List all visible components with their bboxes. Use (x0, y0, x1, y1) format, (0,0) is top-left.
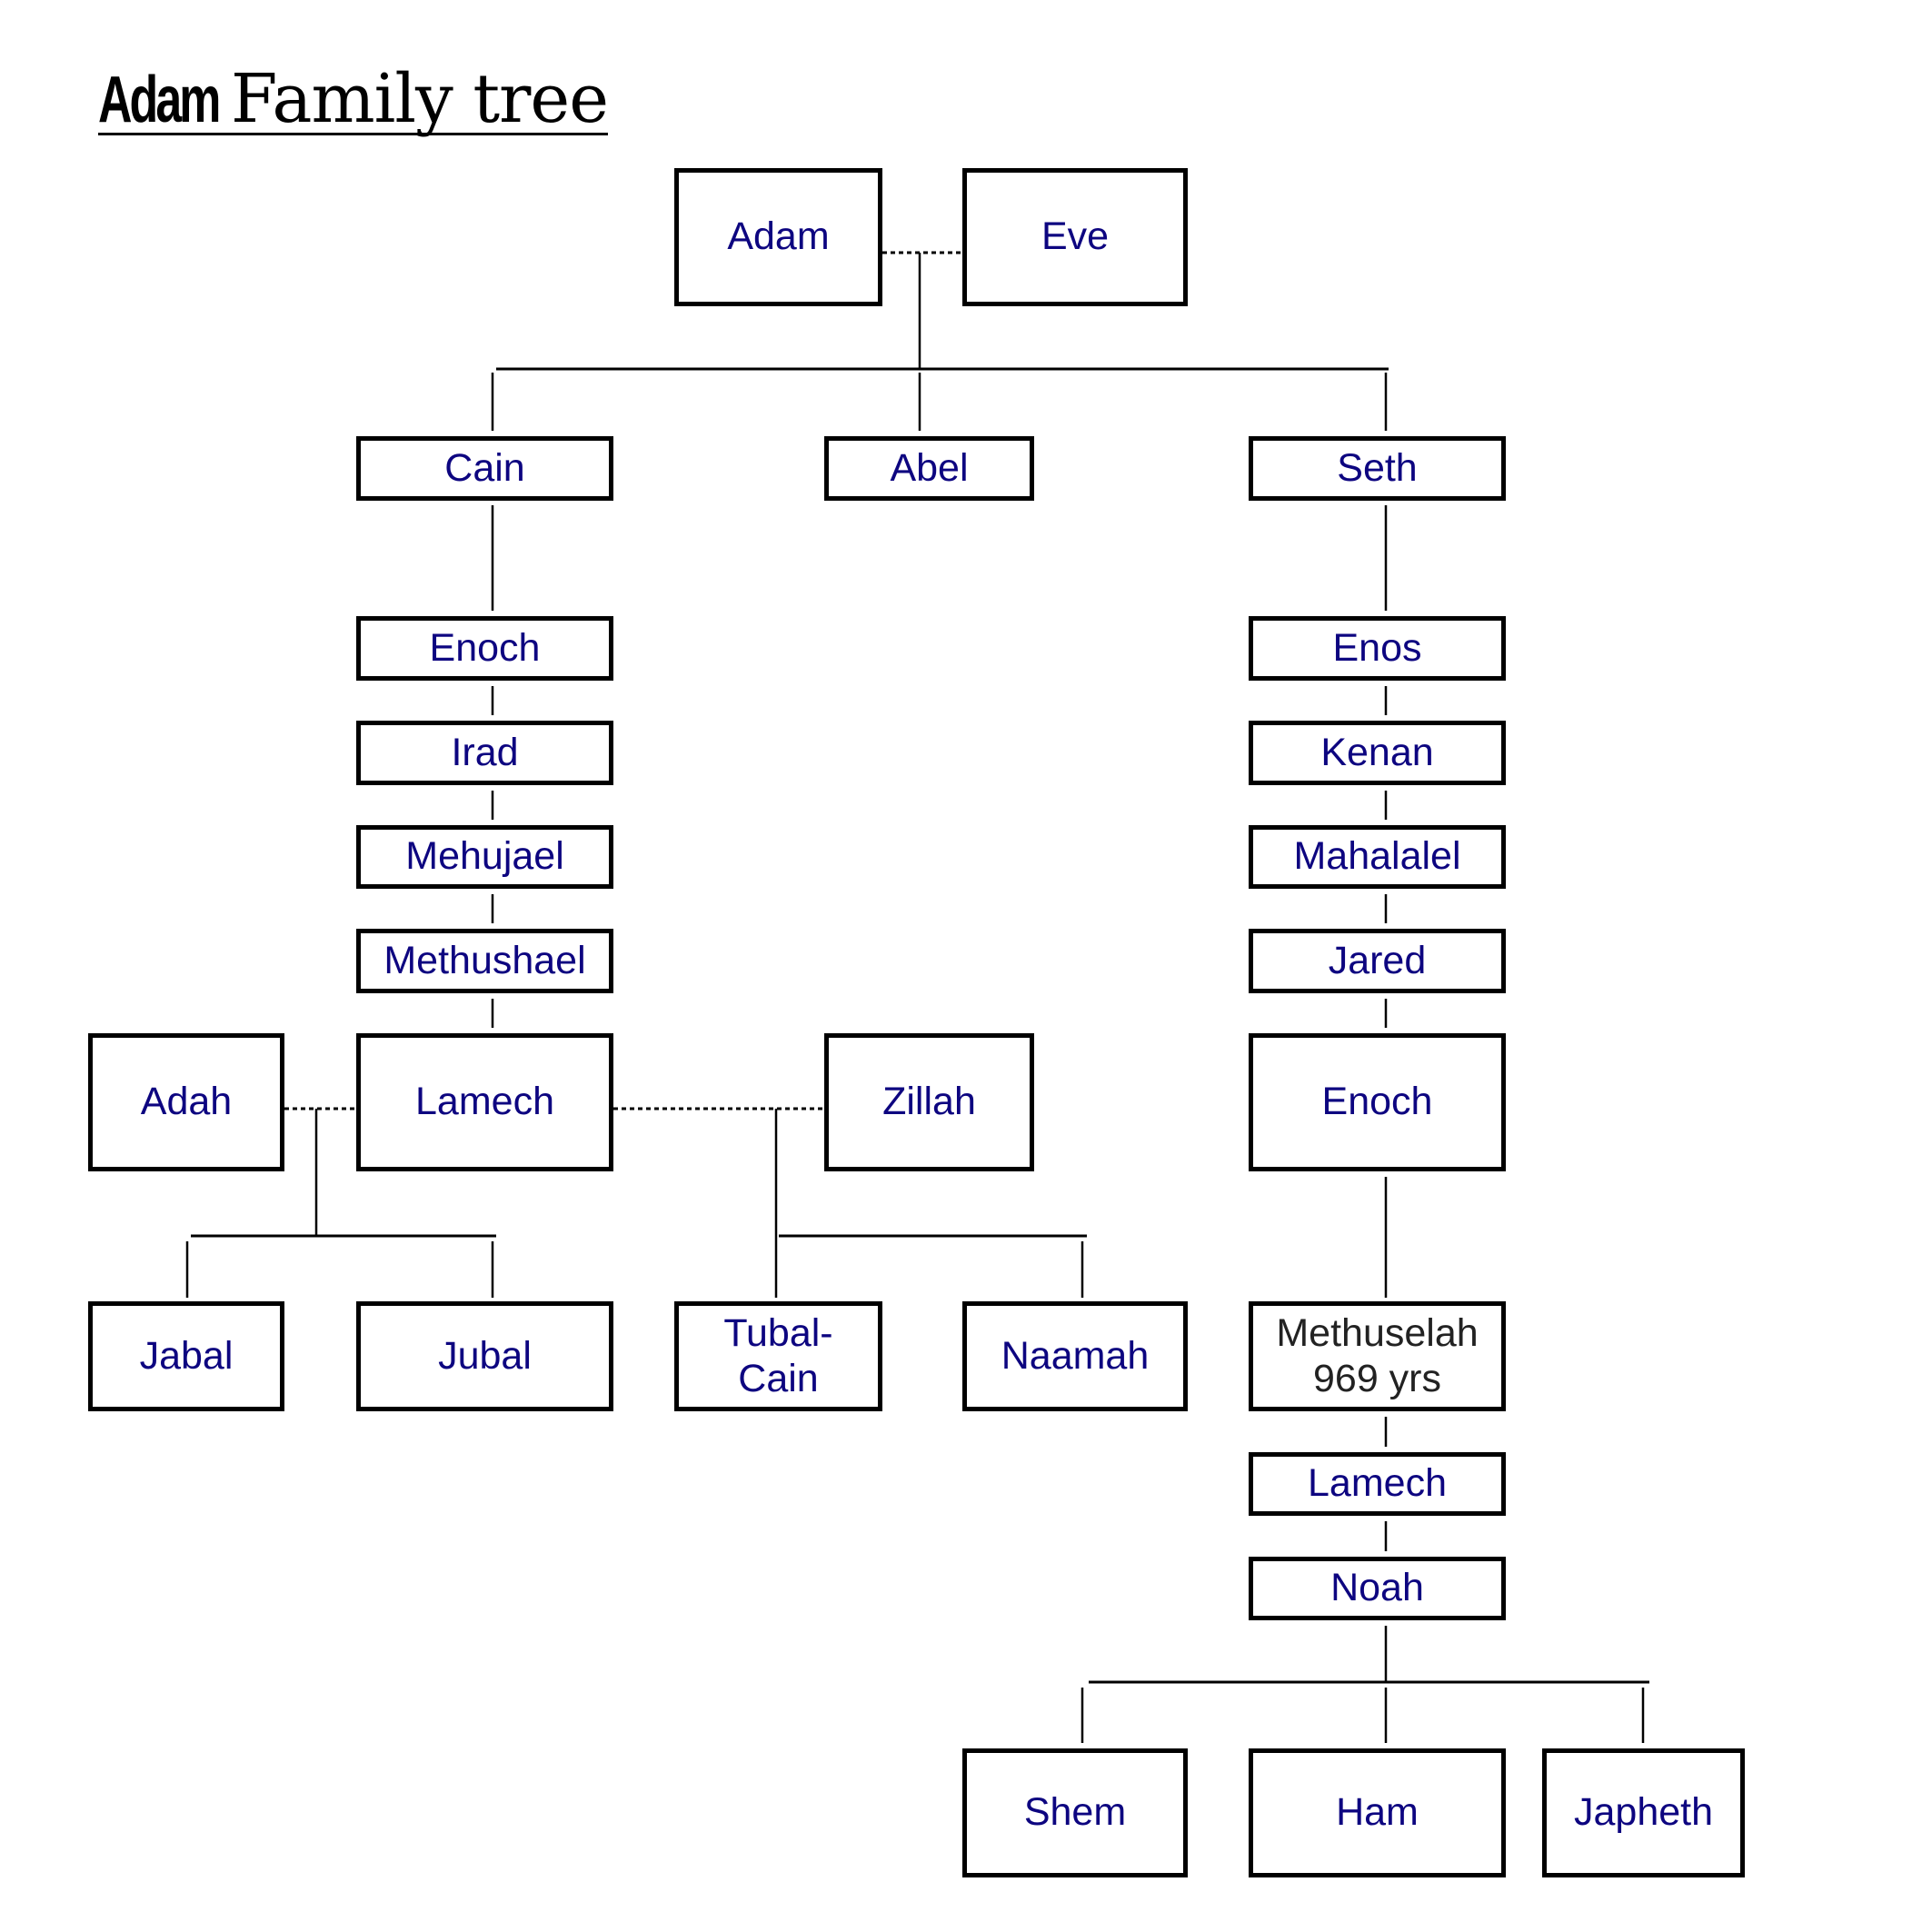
node-label: Adam (727, 214, 830, 259)
node-label: Kenan (1320, 730, 1434, 774)
node-enoch-seth: Enoch (1249, 1033, 1506, 1171)
node-label: Enos (1332, 625, 1422, 670)
node-zillah: Zillah (824, 1033, 1034, 1171)
node-label: Naamah (1001, 1333, 1150, 1378)
node-ham: Ham (1249, 1748, 1506, 1877)
node-label: Cain (444, 445, 525, 490)
node-shem: Shem (962, 1748, 1188, 1877)
node-methushael: Methushael (356, 929, 613, 993)
node-label: Lamech (1308, 1461, 1447, 1506)
node-label: Eve (1041, 214, 1110, 259)
node-label: Methushael (383, 938, 586, 982)
node-label: Jared (1328, 938, 1427, 982)
node-eve: Eve (962, 168, 1188, 306)
node-cain: Cain (356, 436, 613, 501)
node-label: Ham (1336, 1790, 1419, 1835)
node-jared: Jared (1249, 929, 1506, 993)
node-adah: Adah (88, 1033, 284, 1171)
node-mehujael: Mehujael (356, 825, 613, 889)
node-adam: Adam (674, 168, 882, 306)
node-label: Enoch (1321, 1080, 1433, 1124)
node-label: Methuselah 969 yrs (1276, 1311, 1479, 1400)
node-label: Shem (1023, 1790, 1127, 1835)
node-seth: Seth (1249, 436, 1506, 501)
node-label: Mahalalel (1293, 834, 1461, 879)
node-naamah: Naamah (962, 1301, 1188, 1411)
node-label: Jabal (139, 1333, 234, 1378)
node-label: Lamech (415, 1080, 554, 1124)
node-tubal-cain: Tubal- Cain (674, 1301, 882, 1411)
node-label: Tubal- Cain (723, 1311, 833, 1400)
node-enos: Enos (1249, 616, 1506, 681)
node-lamech-seth: Lamech (1249, 1452, 1506, 1516)
node-jubal: Jubal (356, 1301, 613, 1411)
node-label: Japheth (1573, 1790, 1714, 1835)
node-label: Abel (890, 445, 969, 490)
node-label: Noah (1330, 1566, 1424, 1610)
node-label: Irad (451, 730, 519, 774)
node-kenan: Kenan (1249, 721, 1506, 785)
node-enoch-cain: Enoch (356, 616, 613, 681)
node-label: Seth (1337, 445, 1418, 490)
node-noah: Noah (1249, 1557, 1506, 1620)
node-irad: Irad (356, 721, 613, 785)
node-jabal: Jabal (88, 1301, 284, 1411)
node-label: Jubal (438, 1333, 532, 1378)
node-label: Adah (140, 1080, 233, 1124)
node-lamech-cain: Lamech (356, 1033, 613, 1171)
node-abel: Abel (824, 436, 1034, 501)
node-japheth: Japheth (1542, 1748, 1745, 1877)
node-mahalalel: Mahalalel (1249, 825, 1506, 889)
node-methuselah: Methuselah 969 yrs (1249, 1301, 1506, 1411)
node-label: Mehujael (405, 834, 564, 879)
node-label: Enoch (429, 625, 541, 670)
node-label: Zillah (882, 1080, 976, 1124)
